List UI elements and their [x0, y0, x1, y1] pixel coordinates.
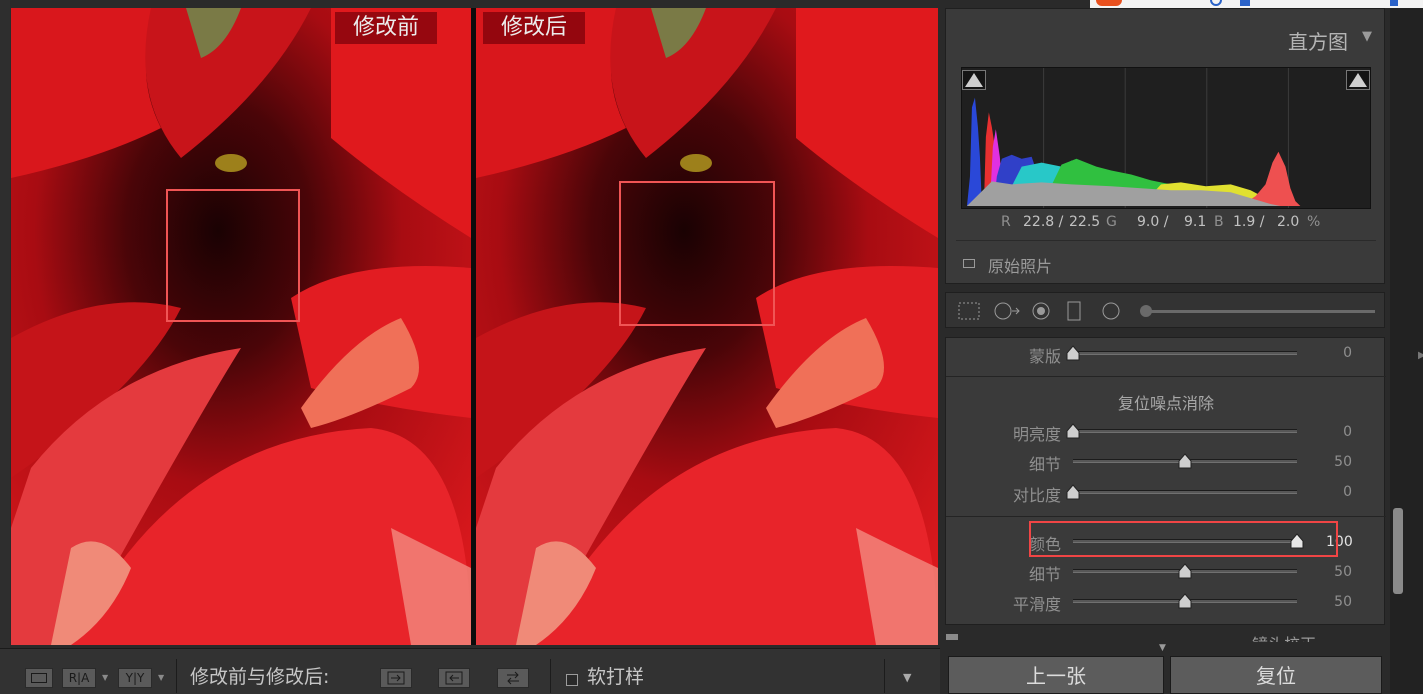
- histogram-panel: 直方图 ▼ R 22.8 / 22.5 G 9.0 / 9.1 B 1.9 / …: [945, 8, 1385, 284]
- before-label: 修改前: [335, 12, 438, 44]
- b-after-value: 2.0: [1277, 214, 1300, 230]
- reset-noise-reduction-label[interactable]: 复位噪点消除: [946, 390, 1386, 414]
- toolbar-divider: [550, 659, 551, 693]
- copy-before-to-after-button[interactable]: [380, 668, 412, 688]
- mask-value[interactable]: 0: [1326, 345, 1352, 361]
- before-focus-box: [166, 189, 300, 322]
- arrow-right-icon: [387, 671, 405, 685]
- r-after-value: 22.5: [1069, 214, 1101, 230]
- before-image-pane[interactable]: [11, 8, 471, 645]
- original-photo-checkbox[interactable]: [963, 259, 975, 268]
- panel-arrow-icon[interactable]: ▼: [1159, 643, 1166, 653]
- shadow-clipping-button[interactable]: [962, 70, 986, 90]
- b-label: B: [1214, 214, 1224, 230]
- color-row-highlight: [1029, 521, 1338, 557]
- luminance-value[interactable]: 0: [1326, 424, 1352, 440]
- soft-proof-label: 软打样: [587, 666, 645, 688]
- luminance-label: 明亮度: [1012, 425, 1061, 444]
- mask-label: 蒙版: [1028, 347, 1061, 366]
- soft-proof-checkbox[interactable]: [566, 674, 578, 686]
- tray-icon[interactable]: [1210, 0, 1222, 6]
- flower-photo-after: [476, 8, 938, 645]
- photo-viewer: 修改前 修改后: [0, 0, 940, 648]
- lens-correction-header[interactable]: 镜头校正: [1252, 632, 1316, 642]
- tool-strip: [945, 292, 1385, 328]
- original-photo-label: 原始照片: [988, 257, 1053, 276]
- radial-filter-icon[interactable]: [1100, 301, 1122, 321]
- color-detail-value[interactable]: 50: [1326, 564, 1352, 580]
- contrast-slider-track[interactable]: [1073, 490, 1297, 494]
- toolbar-menu-button[interactable]: ▼: [903, 671, 911, 684]
- copy-after-to-before-button[interactable]: [438, 668, 470, 688]
- loupe-view-icon: [31, 673, 47, 683]
- crop-overlay-icon[interactable]: [957, 301, 981, 321]
- contrast-value[interactable]: 0: [1326, 484, 1352, 500]
- smoothness-value[interactable]: 50: [1326, 594, 1352, 610]
- g-before-value: 9.0 /: [1137, 214, 1169, 230]
- contrast-label: 对比度: [1012, 486, 1061, 505]
- before-after-ra-button[interactable]: R|A: [62, 668, 96, 688]
- before-after-yy-button[interactable]: Y|Y: [118, 668, 152, 688]
- flower-photo-before: [11, 8, 471, 645]
- red-eye-icon[interactable]: [1030, 301, 1052, 321]
- color-detail-label: 细节: [1028, 565, 1061, 584]
- tray-icon[interactable]: [1390, 0, 1398, 6]
- luminance-detail-value[interactable]: 50: [1326, 454, 1352, 470]
- toolbar-divider: [176, 659, 177, 693]
- histogram-chart: [966, 68, 1301, 208]
- bottom-toolbar: R|A ▼ Y|Y ▼ ▼: [0, 648, 940, 694]
- divider-line: [956, 240, 1376, 241]
- after-focus-box: [619, 181, 775, 326]
- luminance-slider-thumb[interactable]: [1066, 423, 1080, 439]
- arrow-left-icon: [445, 671, 463, 685]
- r-label: R: [1001, 214, 1011, 230]
- section-divider: [946, 516, 1386, 517]
- taskbar-tray: [1090, 0, 1423, 8]
- section-divider: [946, 376, 1386, 377]
- histogram-graph[interactable]: [961, 67, 1371, 209]
- g-label: G: [1106, 214, 1117, 230]
- smoothness-label: 平滑度: [1012, 595, 1061, 614]
- previous-button[interactable]: 上一张: [948, 656, 1164, 694]
- luminance-detail-label: 细节: [1028, 455, 1061, 474]
- luminance-detail-slider-thumb[interactable]: [1178, 453, 1192, 469]
- loupe-view-button[interactable]: [25, 668, 53, 688]
- left-panel-edge[interactable]: [0, 0, 10, 648]
- caret-down-icon[interactable]: ▼: [102, 673, 108, 682]
- after-label: 修改后: [483, 12, 586, 44]
- brush-slider-track[interactable]: [1151, 310, 1375, 313]
- expand-right-icon[interactable]: ▶: [1418, 350, 1423, 361]
- scrollbar-thumb[interactable]: [1393, 508, 1403, 594]
- r-before-value: 22.8 /: [1023, 214, 1064, 230]
- tray-icon[interactable]: [1240, 0, 1250, 6]
- reset-button[interactable]: 复位: [1170, 656, 1382, 694]
- graduated-filter-icon[interactable]: [1066, 301, 1082, 321]
- panel-scrollbar[interactable]: ▶: [1390, 0, 1423, 694]
- collapse-arrow-icon[interactable]: ▼: [1362, 29, 1372, 44]
- before-after-label: 修改前与修改后:: [190, 666, 330, 688]
- color-detail-slider-thumb[interactable]: [1178, 563, 1192, 579]
- ime-icon[interactable]: [1096, 0, 1122, 6]
- triangle-up-icon: [1349, 73, 1367, 87]
- histogram-title[interactable]: 直方图: [1288, 26, 1348, 55]
- b-before-value: 1.9 /: [1233, 214, 1265, 230]
- caret-down-icon[interactable]: ▼: [158, 673, 164, 682]
- spot-removal-icon[interactable]: [992, 301, 1022, 321]
- smoothness-slider-thumb[interactable]: [1178, 593, 1192, 609]
- mask-slider-thumb[interactable]: [1066, 345, 1080, 361]
- swap-icon: [507, 671, 519, 685]
- panel-switch-icon[interactable]: [946, 634, 958, 640]
- percent-unit: %: [1307, 214, 1321, 230]
- detail-panel: 蒙版 0 复位噪点消除 明亮度 0 细节 50 对比度 0 颜色 100 细节 …: [945, 337, 1386, 625]
- highlight-clipping-button[interactable]: [1346, 70, 1370, 90]
- triangle-up-icon: [965, 73, 983, 87]
- mask-slider-track[interactable]: [1073, 351, 1297, 355]
- g-after-value: 9.1: [1184, 214, 1207, 230]
- swap-before-after-button[interactable]: [497, 668, 529, 688]
- toolbar-divider: [884, 659, 885, 693]
- luminance-slider-track[interactable]: [1073, 429, 1297, 433]
- after-image-pane[interactable]: [476, 8, 938, 645]
- contrast-slider-thumb[interactable]: [1066, 484, 1080, 500]
